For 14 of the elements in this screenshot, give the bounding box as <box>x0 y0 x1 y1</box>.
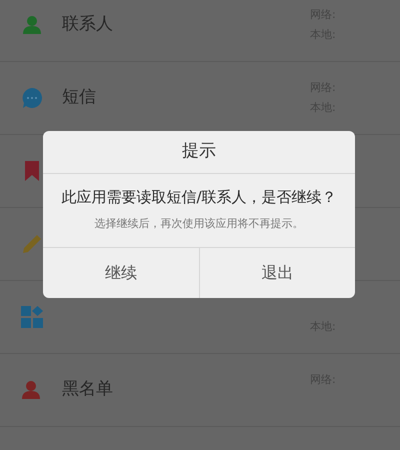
person-icon <box>21 380 43 400</box>
chat-bubble-icon <box>21 87 43 109</box>
dialog-title: 提示 <box>182 140 216 164</box>
list-item-title[interactable]: 联系人 <box>62 14 113 34</box>
grid-icon <box>21 306 43 328</box>
pencil-icon <box>22 234 42 254</box>
dialog-hint: 选择继续后，再次使用该应用将不再提示。 <box>94 216 304 232</box>
dialog-message: 此应用需要读取短信/联系人，是否继续？ <box>61 187 337 208</box>
person-icon <box>22 15 42 35</box>
bookmark-icon <box>25 161 39 181</box>
list-item-title[interactable]: 黑名单 <box>62 379 113 400</box>
list-item-title[interactable]: 短信 <box>62 87 96 108</box>
dialog-button[interactable]: 退出 <box>198 248 355 298</box>
dialog-button[interactable]: 继续 <box>43 248 198 298</box>
